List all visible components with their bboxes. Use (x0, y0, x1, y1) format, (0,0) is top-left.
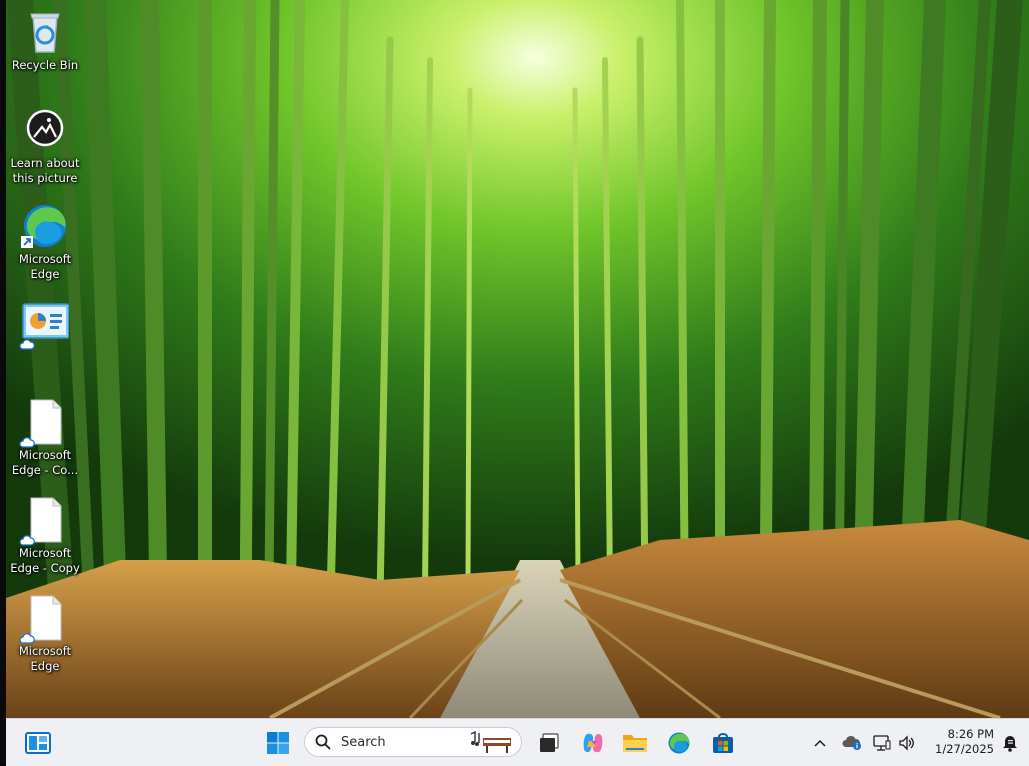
cloud-status-icon (19, 339, 35, 350)
desktop-icon-label: Recycle Bin (11, 58, 79, 72)
microsoft-store-button[interactable] (706, 719, 740, 766)
widgets-icon (25, 731, 51, 754)
desktop-icon-label: Microsoft Edge - Copy (10, 546, 80, 575)
desktop-icon-label: Microsoft Edge (18, 252, 72, 281)
clock-date: 1/27/2025 (935, 742, 994, 756)
notification-icon (1003, 735, 1017, 752)
show-hidden-icons-button[interactable] (808, 719, 832, 766)
search-icon (315, 734, 331, 750)
notification-center-button[interactable] (998, 719, 1022, 766)
edge-icon (21, 202, 69, 250)
microsoft-store-icon (713, 732, 733, 753)
presentation-file-icon (19, 300, 70, 350)
file-explorer-icon (623, 734, 647, 752)
learn-picture-icon (21, 106, 69, 154)
windows-start-icon (267, 731, 289, 754)
desktop-icon-edge-co[interactable]: Microsoft Edge - Co... (8, 398, 82, 478)
taskbar: Search 8:26 PM 1/27/2025 (6, 718, 1029, 766)
task-view-button[interactable] (532, 719, 566, 766)
network-icon (873, 734, 891, 751)
edge-icon (668, 732, 690, 753)
edge-taskbar-button[interactable] (662, 719, 696, 766)
screen-left-edge (0, 0, 6, 765)
desktop-icon-label: Microsoft Edge (18, 644, 72, 673)
task-view-icon (540, 732, 559, 752)
copilot-icon (583, 733, 603, 752)
search-highlight-piano-icon (470, 730, 511, 753)
taskbar-search-box[interactable]: Search (304, 727, 522, 757)
desktop-icon-edge-copy[interactable]: Microsoft Edge - Copy (8, 496, 82, 576)
file-explorer-button[interactable] (618, 719, 652, 766)
volume-tray-button[interactable] (896, 719, 918, 766)
widgets-button[interactable] (20, 719, 56, 766)
blank-file-icon (19, 594, 69, 644)
blank-file-icon (19, 496, 69, 546)
desktop-wallpaper (0, 0, 1029, 718)
desktop-icon-recycle-bin[interactable]: Recycle Bin (8, 8, 82, 73)
cloud-status-icon (19, 633, 35, 644)
desktop-icon-presentation-file[interactable] (8, 300, 82, 350)
desktop-icon-label: Learn about this picture (10, 156, 80, 185)
blank-file-icon (19, 398, 69, 448)
start-button[interactable] (261, 719, 295, 766)
network-tray-button[interactable] (872, 719, 892, 766)
copilot-button[interactable] (576, 719, 610, 766)
onedrive-icon (842, 735, 861, 750)
recycle-bin-icon (21, 8, 69, 56)
cloud-status-icon (19, 535, 35, 546)
clock-time: 8:26 PM (947, 727, 994, 741)
cloud-status-icon (19, 437, 35, 448)
volume-icon (899, 734, 914, 751)
desktop-icon-edge-file[interactable]: Microsoft Edge (8, 594, 82, 674)
desktop-icon-label: Microsoft Edge - Co... (11, 448, 79, 477)
taskbar-clock[interactable]: 8:26 PM 1/27/2025 (924, 727, 994, 757)
chevron-up-icon (814, 739, 826, 747)
desktop-icon-edge-shortcut[interactable]: Microsoft Edge (8, 202, 82, 282)
search-placeholder: Search (341, 735, 386, 750)
desktop-icon-learn-picture[interactable]: Learn about this picture (8, 106, 82, 186)
onedrive-tray-button[interactable] (840, 719, 864, 766)
